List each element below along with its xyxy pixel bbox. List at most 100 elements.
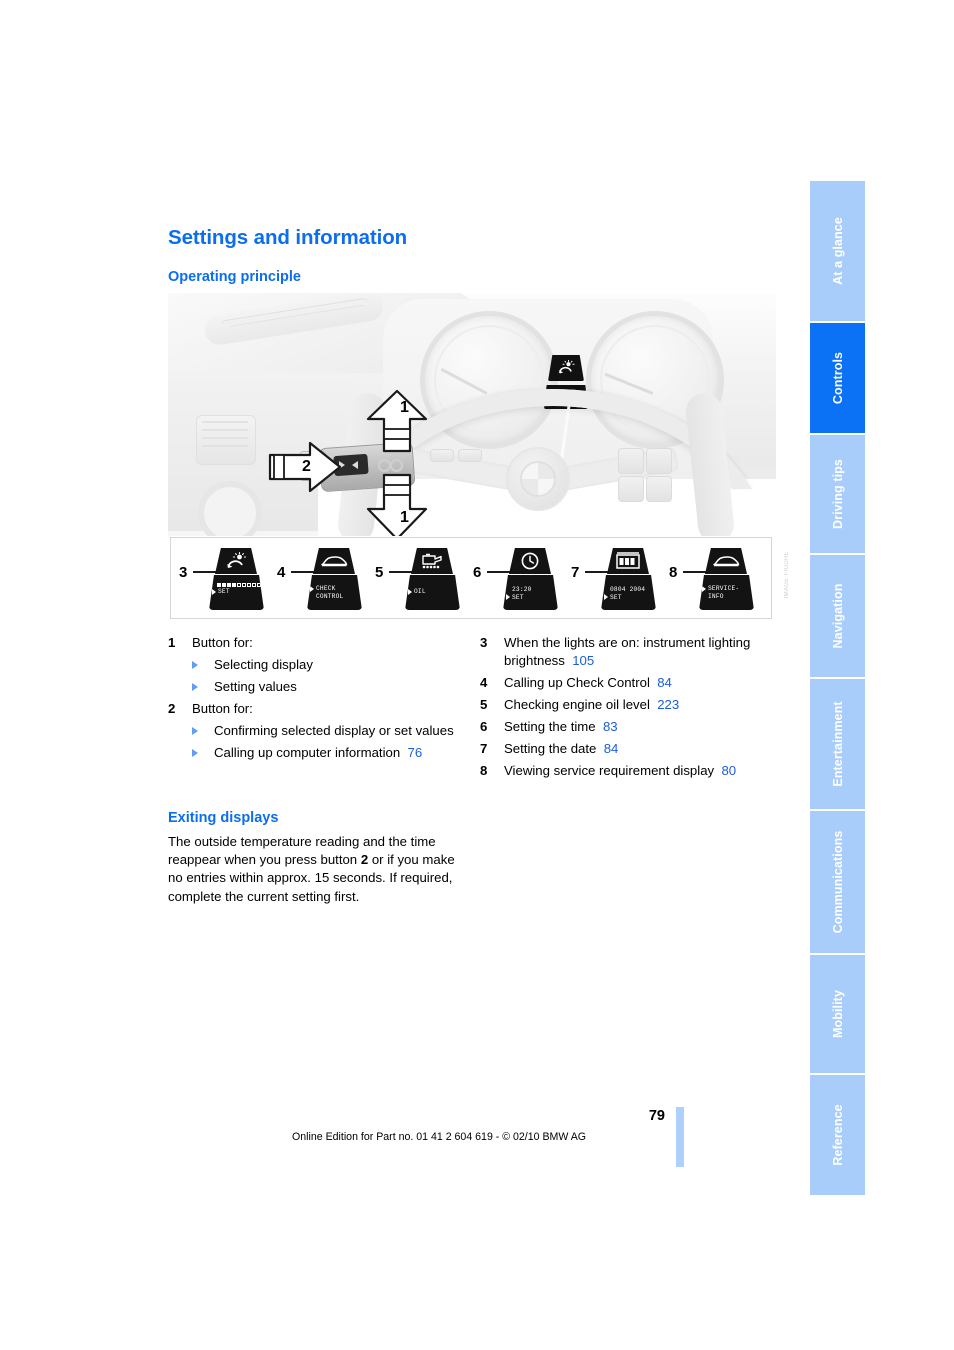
icon-screen-text: SET [218,588,230,595]
list-item: 4 Calling up Check Control 84 [480,674,790,692]
oil-can-icon [411,548,453,574]
bullet-triangle-icon [192,749,198,757]
page-title: Settings and information [168,226,408,249]
sidebar-tab-label: Navigation [830,583,845,649]
cluster-display-icon [548,355,584,381]
section-tab-rail: At a glance Controls Driving tips Naviga… [810,181,865,1195]
screen-caret-icon [212,589,216,595]
page-reference-link[interactable]: 84 [604,741,619,756]
list-item: 2 Button for: [168,700,468,718]
display-icon-row: 3 SET 4 CHECK CONTROL 5 OIL 6 23:20 SET … [170,537,772,619]
calendar-icon [607,548,649,574]
bullet-triangle-icon [192,661,198,669]
page-reference-link[interactable]: 105 [572,653,594,668]
icon-display-body: SET [209,575,264,610]
icon-screen-text: CHECK CONTROL [316,585,344,600]
list-sub-item: Calling up computer information 76 [168,744,468,762]
list-item: 3 When the lights are on: instrument lig… [480,634,790,670]
paragraph-line-2-pre: reappear when you press button [168,852,361,868]
sidebar-tab-controls[interactable]: Controls [810,323,865,433]
section-heading-operating-principle: Operating principle [168,269,301,285]
list-item-text: Viewing service requirement display [504,763,715,778]
list-item-number: 5 [480,697,488,712]
list-item: 8 Viewing service requirement display 80 [480,762,790,780]
icon-display-body: 0804 2004 SET [601,575,656,610]
figure-icon-3: 3 SET [179,544,279,614]
page-reference-link[interactable]: 223 [657,697,679,712]
list-item-text: Setting the date [504,741,597,756]
sidebar-tab-driving-tips[interactable]: Driving tips [810,435,865,553]
page-reference-link[interactable]: 76 [408,745,423,760]
list-sub-item: Confirming selected display or set value… [168,722,468,740]
callout-number-1-up: 1 [400,399,409,416]
list-item-number: 4 [480,675,488,690]
icon-screen-text: OIL [414,588,426,595]
sidebar-tab-mobility[interactable]: Mobility [810,955,865,1073]
list-item-text: Setting the time [504,719,596,734]
list-item: 5 Checking engine oil level 223 [480,696,790,714]
callout-arrow-down [366,473,428,536]
list-sub-item-text: Setting values [214,679,297,694]
figure-icon-6: 6 23:20 SET [473,544,573,614]
sidebar-tab-label: Controls [830,351,845,405]
car-icon [313,548,355,574]
screen-caret-icon [408,589,412,595]
sidebar-tab-reference[interactable]: Reference [810,1075,865,1195]
icon-lead-number: 3 [179,564,188,581]
list-item-number: 7 [480,741,488,756]
sidebar-tab-label: Driving tips [830,459,845,529]
car-icon [705,548,747,574]
figure-icon-8: 8 SERVICE- INFO [669,544,769,614]
screen-caret-icon [702,586,706,592]
bullet-triangle-icon [192,683,198,691]
callout-number-1-down: 1 [400,509,409,526]
callout-list-right: 3 When the lights are on: instrument lig… [480,634,790,784]
icon-display-body: SERVICE- INFO [699,575,754,610]
icon-lead-number: 6 [473,564,482,581]
icon-lead-line [389,571,412,573]
brightness-bargraph [217,583,264,587]
footer-accent-bar [676,1107,684,1167]
icon-lead-line [193,571,216,573]
list-item-number: 2 [168,701,176,716]
icon-lead-line [487,571,510,573]
callout-number-2: 2 [302,458,311,475]
sidebar-tab-label: Reference [830,1104,845,1166]
icon-lead-line [291,571,314,573]
icon-lead-number: 7 [571,564,580,581]
sidebar-tab-navigation[interactable]: Navigation [810,555,865,677]
figure-icon-4: 4 CHECK CONTROL [277,544,377,614]
sidebar-tab-entertainment[interactable]: Entertainment [810,679,865,809]
sidebar-tab-communications[interactable]: Communications [810,811,865,953]
figure-icon-7: 7 0804 2004 SET [571,544,671,614]
list-sub-item-text: Confirming selected display or set value… [214,723,454,738]
screen-caret-icon [604,594,608,600]
page-reference-link[interactable]: 83 [603,719,618,734]
list-sub-item-text: Selecting display [214,657,313,672]
list-item-text: Button for: [192,701,253,716]
icon-screen-text: 23:20 SET [512,586,532,601]
list-item: 1 Button for: [168,634,468,652]
icon-screen-text: SERVICE- INFO [708,585,740,600]
page-reference-link[interactable]: 80 [721,763,736,778]
dashboard-photo: 1 1 2 [168,293,776,536]
list-item-text: Checking engine oil level [504,697,650,712]
brightness-sun-icon [559,360,575,374]
page-reference-link[interactable]: 84 [657,675,672,690]
list-sub-item: Setting values [168,678,468,696]
sidebar-tab-label: Entertainment [830,701,845,787]
sidebar-tab-at-a-glance[interactable]: At a glance [810,181,865,321]
screen-caret-icon [310,586,314,592]
paragraph-line-2-post: or if you [368,852,419,868]
section-heading-exiting-displays: Exiting displays [168,810,279,826]
icon-lead-line [683,571,706,573]
list-item-text: When the lights are on: instrument light… [504,635,751,668]
brightness-sun-icon [215,548,257,574]
list-item-number: 8 [480,763,488,778]
callout-arrow-up [366,389,428,453]
list-item: 7 Setting the date 84 [480,740,790,758]
figure-icon-5: 5 OIL [375,544,475,614]
sidebar-tab-label: At a glance [830,217,845,285]
paragraph-line-1: The outside temperature reading and the … [168,834,436,849]
screen-caret-icon [506,594,510,600]
